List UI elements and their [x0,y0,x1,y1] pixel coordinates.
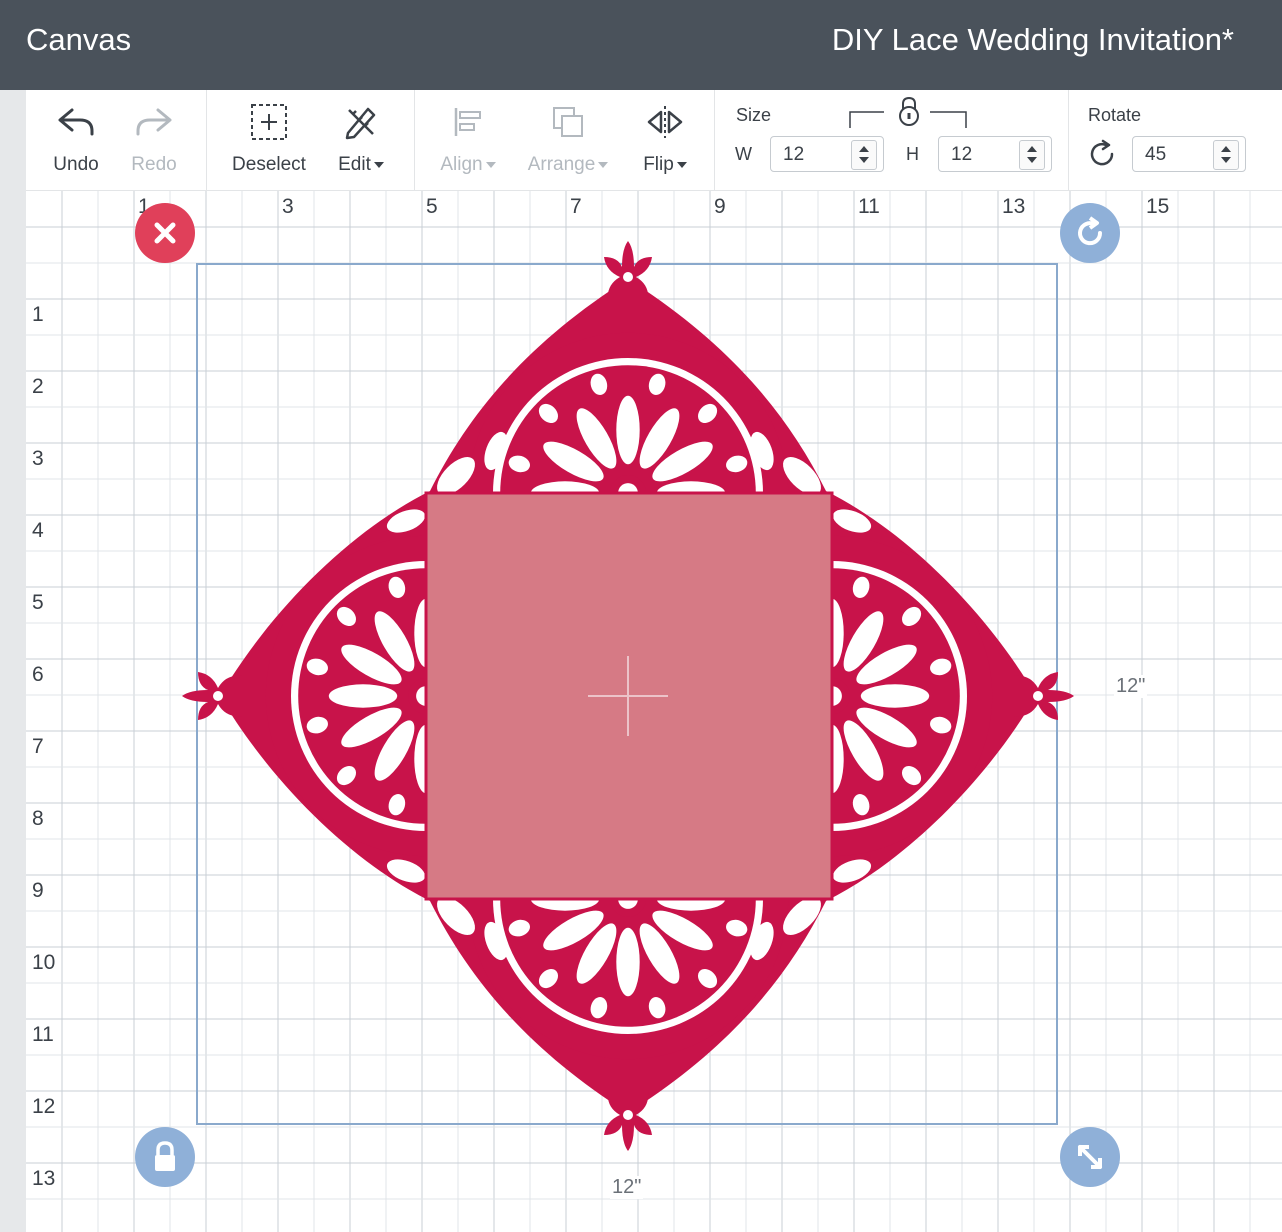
rotate-icon [1078,216,1103,246]
align-label: Align [440,154,483,175]
padlock-icon[interactable] [896,94,922,128]
increment-icon [1027,146,1037,152]
arrange-icon [553,107,583,137]
decrement-icon [1221,157,1231,163]
toolbar-divider [714,90,715,190]
lace-design[interactable] [26,191,1282,1232]
height-stepper[interactable] [1019,140,1045,170]
chevron-down-icon [676,161,687,168]
height-field[interactable]: 12 [938,136,1052,172]
resize-arrows-icon [1078,1145,1102,1169]
rotate-value: 45 [1145,144,1167,165]
rotate-icon [1090,139,1114,166]
edit-button[interactable]: Edit [324,90,398,190]
decrement-icon [859,157,869,163]
redo-button[interactable]: Redo [114,90,194,190]
width-value: 12 [783,144,805,165]
width-field[interactable]: 12 [770,136,884,172]
width-dimension-label: 12" [610,1176,644,1199]
rotate-handle[interactable] [1060,203,1120,263]
app-header: Canvas DIY Lace Wedding Invitation* [0,0,1282,90]
delete-handle[interactable] [135,203,195,263]
rotate-stepper[interactable] [1213,140,1239,170]
height-label: H [906,144,919,164]
toolbar-divider [1068,90,1069,190]
arrange-button[interactable]: Arrange [516,90,620,190]
resize-handle[interactable] [1060,1127,1120,1187]
increment-icon [859,146,869,152]
align-icon [454,108,481,136]
deselect-button[interactable]: Deselect [224,90,314,190]
redo-icon [136,108,172,136]
edit-toolbar: Undo Redo Deselect Edit Align Arrange Fl… [26,90,1282,191]
width-stepper[interactable] [851,140,877,170]
project-title[interactable]: DIY Lace Wedding Invitation* [832,22,1234,58]
increment-icon [1221,146,1231,152]
flip-button[interactable]: Flip [630,90,700,190]
width-label: W [735,144,752,164]
deselect-icon [251,104,287,140]
toolbar-divider [206,90,207,190]
edit-label: Edit [338,154,371,175]
chevron-down-icon [485,161,496,168]
arrange-label: Arrange [527,154,596,175]
design-canvas[interactable]: 1 3 5 7 9 11 13 15 1 2 3 4 5 6 7 8 9 10 11 12 13 [26,191,1282,1232]
rotate-label: Rotate [1088,105,1142,125]
height-dimension-label: 12" [1114,675,1148,698]
app-title: Canvas [26,22,132,57]
pencil-ruler-icon [345,107,376,140]
flip-icon [647,106,683,138]
undo-button[interactable]: Undo [36,90,116,190]
lock-handle[interactable] [135,1127,195,1187]
padlock-icon [155,1141,175,1171]
close-icon [154,222,176,244]
flip-label: Flip [643,154,674,175]
align-button[interactable]: Align [426,90,510,190]
toolbar-divider [414,90,415,190]
chevron-down-icon [373,161,384,168]
chevron-down-icon [598,161,609,168]
height-value: 12 [951,144,973,165]
left-panel-edge [0,90,26,1232]
deselect-label: Deselect [232,154,306,175]
undo-icon [58,108,94,136]
decrement-icon [1027,157,1037,163]
rotate-field[interactable]: 45 [1132,136,1246,172]
undo-label: Undo [53,154,99,175]
redo-label: Redo [131,154,177,175]
size-label: Size [736,105,772,125]
